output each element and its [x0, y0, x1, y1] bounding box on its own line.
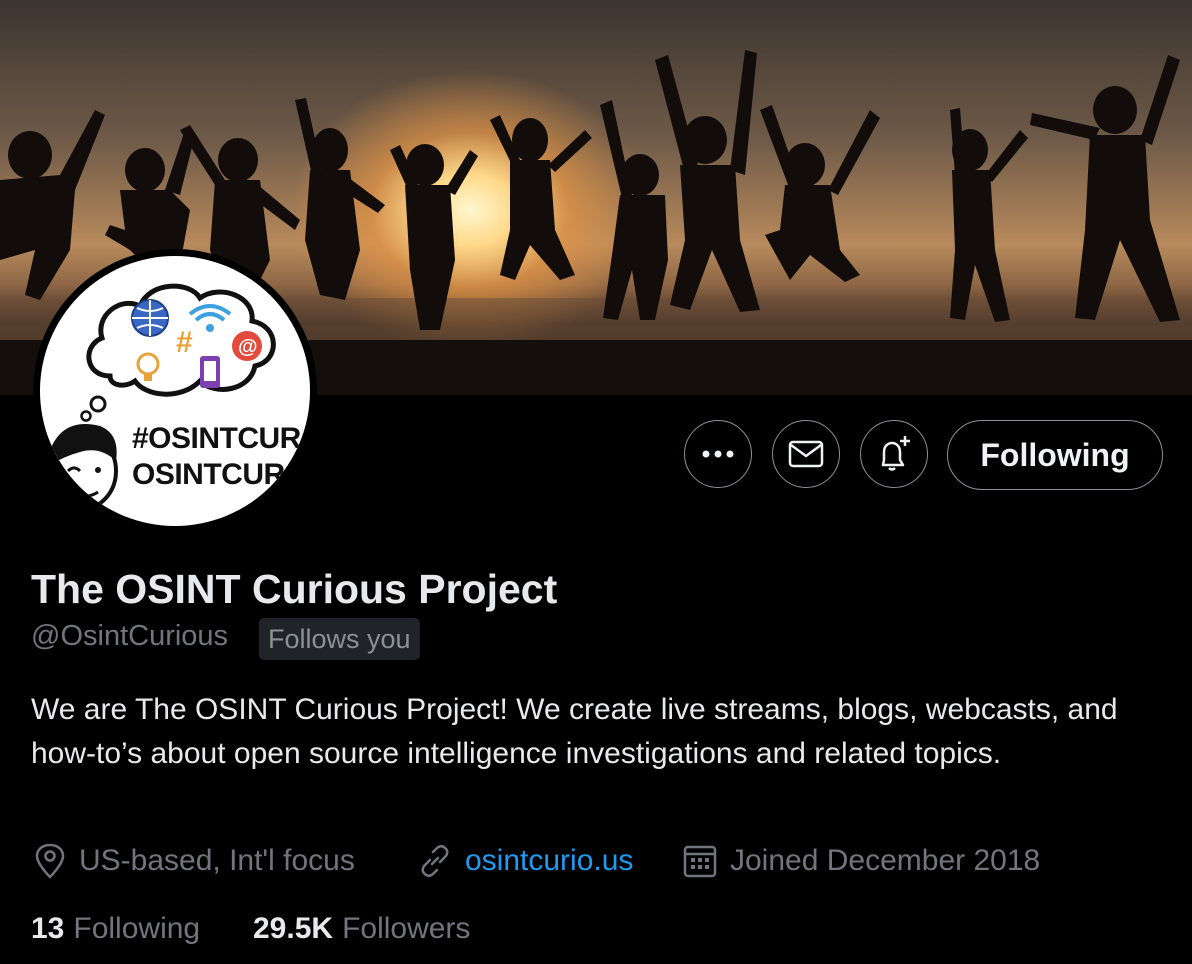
follows-you-badge: Follows you — [259, 618, 420, 660]
notifications-button[interactable] — [860, 420, 928, 488]
location-text: US-based, Int'l focus — [79, 844, 355, 877]
profile-joined: Joined December 2018 — [682, 843, 1040, 879]
bell-plus-icon — [881, 436, 910, 471]
avatar-text-line1: #OSINTCUR — [132, 422, 301, 455]
avatar-text-line2: OSINTCUR — [132, 458, 285, 491]
profile-avatar[interactable]: # @ #OSINTCUR OSINTCUR — [33, 249, 317, 533]
svg-text:@: @ — [238, 336, 258, 358]
following-stat[interactable]: 13 Following — [31, 912, 200, 946]
followers-count: 29.5K — [253, 912, 334, 945]
message-button[interactable] — [772, 420, 840, 488]
following-label: Following — [73, 912, 201, 945]
svg-text:#: # — [176, 326, 193, 359]
mail-icon — [788, 440, 824, 468]
profile-bio: We are The OSINT Curious Project! We cre… — [31, 693, 1118, 770]
joined-text: Joined December 2018 — [730, 844, 1041, 877]
link-icon — [421, 844, 449, 878]
avatar-image: # @ #OSINTCUR OSINTCUR — [40, 256, 310, 526]
location-pin-icon — [35, 843, 65, 879]
profile-name: The OSINT Curious Project — [31, 566, 558, 612]
followers-label: Followers — [342, 912, 471, 945]
more-icon — [702, 450, 734, 458]
following-button[interactable]: Following — [947, 420, 1163, 490]
calendar-icon — [683, 845, 717, 878]
profile-handle: @OsintCurious — [31, 620, 229, 652]
profile-website[interactable]: osintcurio.us — [417, 843, 633, 879]
website-link[interactable]: osintcurio.us — [465, 844, 633, 878]
profile-location: US-based, Int'l focus — [33, 843, 355, 879]
followers-stat[interactable]: 29.5K Followers — [253, 912, 470, 946]
more-button[interactable] — [684, 420, 752, 488]
following-count: 13 — [31, 912, 65, 945]
